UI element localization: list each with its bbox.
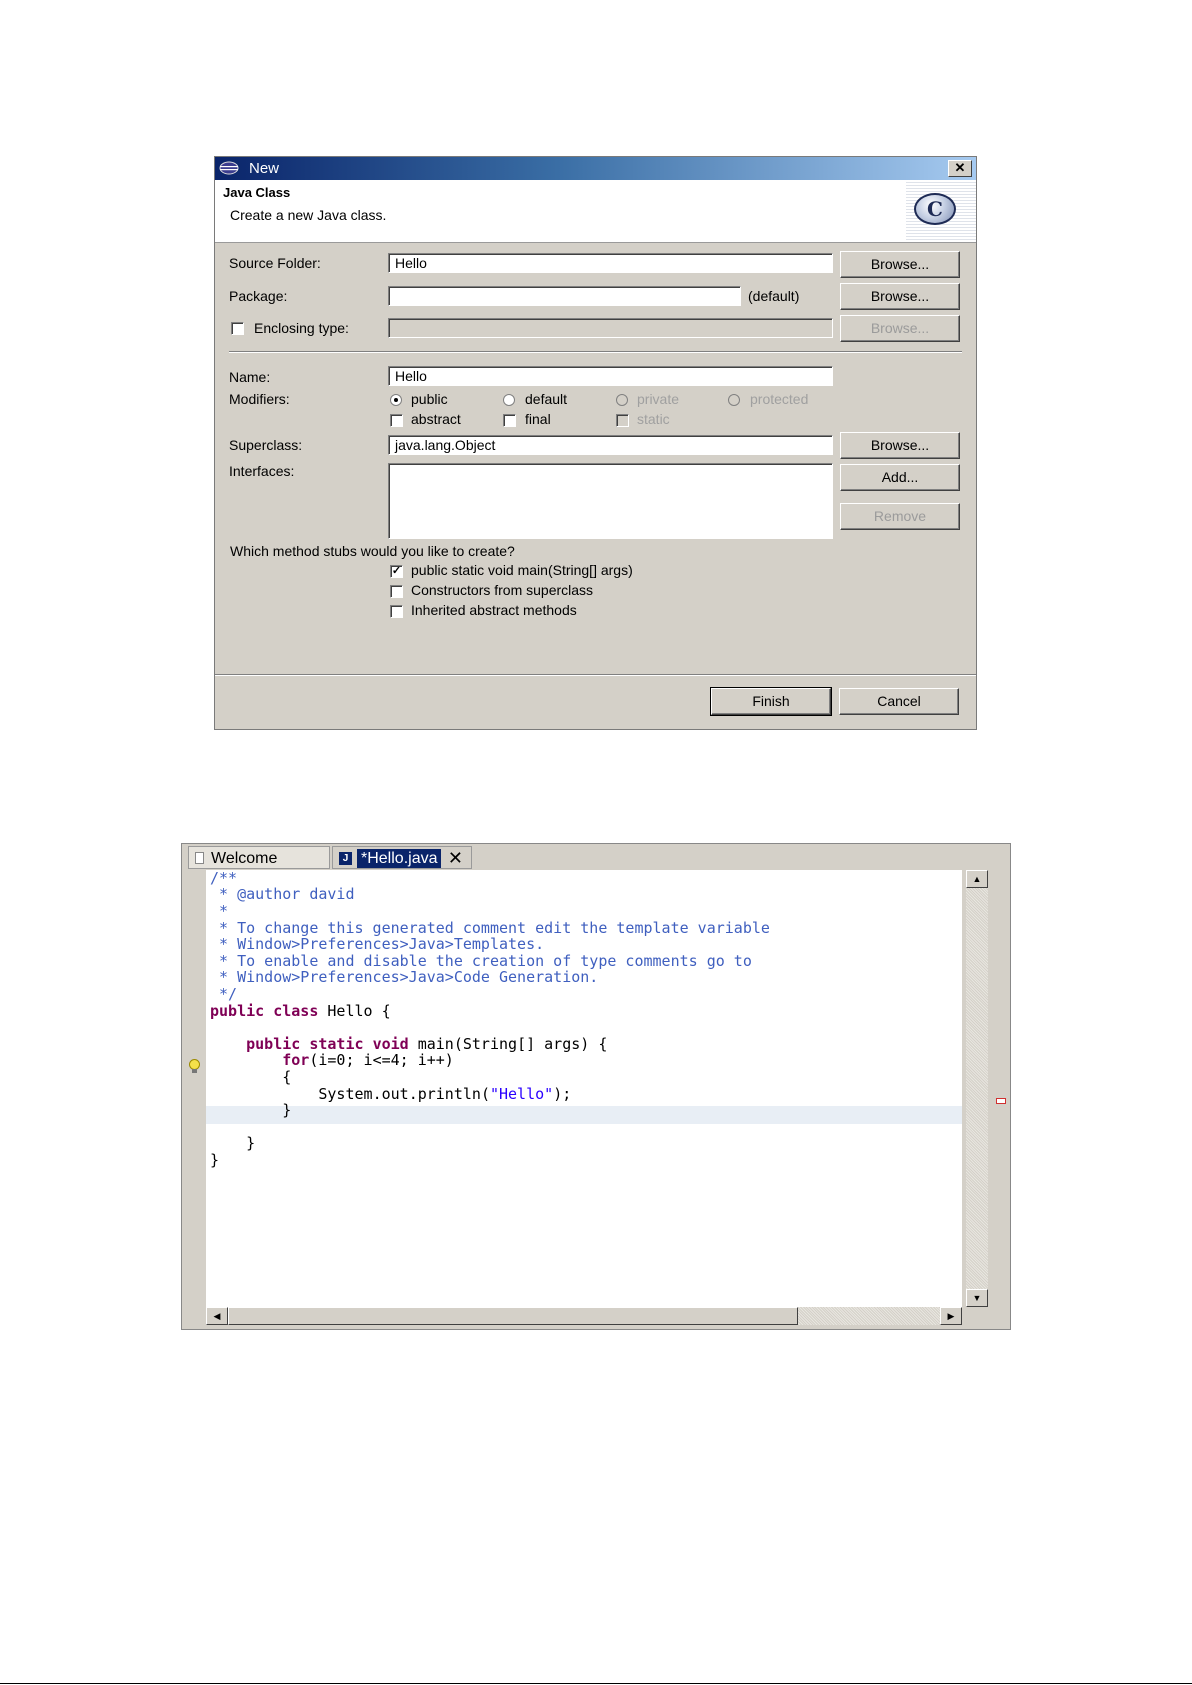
stub-main-checkbox[interactable]: ✓ [390, 565, 403, 578]
code-area[interactable]: /** * @author david * * To change this g… [206, 870, 962, 1307]
package-browse-button[interactable]: Browse... [840, 283, 960, 310]
stub-main-label: public static void main(String[] args) [411, 562, 633, 578]
code-line: * To change this generated comment edit … [210, 919, 770, 937]
java-class-logo-icon: C [914, 193, 956, 225]
scroll-left-icon[interactable]: ◀ [206, 1307, 228, 1325]
modifier-protected-radio[interactable] [728, 394, 740, 406]
source-folder-browse-button[interactable]: Browse... [840, 251, 960, 278]
modifier-static-checkbox[interactable] [616, 414, 629, 427]
code-line: * @author david [210, 885, 355, 903]
dialog-titlebar[interactable]: New ✕ [215, 157, 976, 180]
source-folder-label: Source Folder: [229, 255, 321, 271]
modifier-final-label: final [525, 411, 551, 427]
code-line: for(i=0; i<=4; i++) [282, 1051, 454, 1069]
enclosing-type-checkbox[interactable] [231, 322, 244, 335]
code-line: * [210, 902, 229, 920]
stub-inherited-label: Inherited abstract methods [411, 602, 577, 618]
modifier-default-radio[interactable] [503, 394, 515, 406]
java-file-icon: J [339, 852, 352, 865]
dialog-header: Java Class Create a new Java class. C [215, 180, 976, 243]
code-line: */ [210, 985, 238, 1003]
interfaces-remove-button[interactable]: Remove [840, 503, 960, 530]
name-label: Name: [229, 369, 271, 385]
package-default-label: (default) [748, 288, 800, 304]
tab-hello-java-label: *Hello.java [357, 849, 442, 868]
vertical-ruler [184, 870, 206, 1307]
interfaces-add-button[interactable]: Add... [840, 464, 960, 491]
enclosing-type-label: Enclosing type: [254, 320, 349, 336]
new-java-class-dialog: New ✕ Java Class Create a new Java class… [214, 156, 977, 730]
finish-button[interactable]: Finish [710, 687, 832, 716]
code-line: public class Hello { [210, 1002, 391, 1020]
modifier-protected-label: protected [750, 391, 809, 407]
page-divider [0, 1683, 1192, 1684]
scroll-up-icon[interactable]: ▲ [966, 870, 988, 888]
scroll-right-icon[interactable]: ▶ [940, 1307, 962, 1325]
code-line: } [210, 1151, 220, 1169]
source-folder-input[interactable]: Hello [388, 253, 833, 273]
code-line: * To enable and disable the creation of … [210, 952, 752, 970]
scroll-track[interactable] [966, 870, 988, 1307]
method-stubs-question: Which method stubs would you like to cre… [230, 543, 515, 559]
superclass-browse-button[interactable]: Browse... [840, 432, 960, 459]
code-line: /** [210, 869, 238, 887]
class-name-input[interactable]: Hello [388, 366, 833, 386]
code-line: * Window>Preferences>Java>Templates. [210, 935, 545, 953]
modifier-public-radio[interactable] [390, 394, 402, 406]
scroll-track[interactable] [798, 1307, 940, 1325]
scroll-thumb[interactable] [228, 1307, 798, 1325]
modifier-final-checkbox[interactable] [503, 414, 516, 427]
modifier-static-label: static [637, 411, 670, 427]
enclosing-type-input[interactable] [388, 318, 833, 338]
tab-welcome-label: Welcome [211, 850, 278, 867]
modifier-default-label: default [525, 391, 568, 407]
dialog-title: New [249, 160, 280, 177]
modifiers-label: Modifiers: [229, 391, 290, 407]
code-line: * Window>Preferences>Java>Code Generatio… [210, 968, 599, 986]
stub-constructors-label: Constructors from superclass [411, 582, 594, 598]
wizard-page-title: Java Class [223, 185, 291, 200]
code-line: { [210, 1068, 292, 1086]
tab-welcome[interactable]: Welcome [188, 846, 330, 869]
modifier-abstract-label: abstract [411, 411, 461, 427]
modifier-private-radio[interactable] [616, 394, 628, 406]
enclosing-type-browse-button[interactable]: Browse... [840, 315, 960, 342]
modifier-abstract-checkbox[interactable] [390, 414, 403, 427]
stub-constructors-checkbox[interactable] [390, 585, 403, 598]
eclipse-icon [219, 161, 239, 175]
interfaces-label: Interfaces: [229, 463, 295, 479]
current-line-highlight [206, 1106, 962, 1124]
cancel-button[interactable]: Cancel [839, 688, 959, 715]
modifier-private-label: private [637, 391, 680, 407]
scroll-down-icon[interactable]: ▼ [966, 1289, 988, 1307]
code-line: } [210, 1134, 256, 1152]
interfaces-list[interactable] [388, 463, 833, 539]
code-line: public static void main(String[] args) { [246, 1035, 608, 1053]
tab-hello-java[interactable]: J *Hello.java ✕ [332, 846, 472, 869]
page-icon [195, 852, 204, 864]
code-line: System.out.println("Hello"); [318, 1085, 572, 1103]
footer-separator [215, 674, 976, 676]
lightbulb-icon[interactable] [189, 1059, 200, 1074]
horizontal-scrollbar[interactable]: ◀ ▶ [206, 1307, 962, 1325]
java-editor: Welcome J *Hello.java ✕ /** * @author da… [181, 843, 1011, 1330]
code-line: } [210, 1101, 292, 1119]
error-marker-icon[interactable] [996, 1098, 1006, 1104]
package-label: Package: [229, 288, 288, 304]
superclass-input[interactable]: java.lang.Object [388, 435, 833, 455]
close-icon[interactable]: ✕ [448, 847, 463, 870]
stub-inherited-checkbox[interactable] [390, 605, 403, 618]
superclass-label: Superclass: [229, 437, 303, 453]
wizard-page-description: Create a new Java class. [230, 207, 387, 223]
close-icon[interactable]: ✕ [948, 160, 972, 177]
package-input[interactable] [388, 286, 741, 306]
vertical-scrollbar[interactable]: ▲ ▼ [962, 870, 1008, 1307]
modifier-public-label: public [411, 391, 448, 407]
separator [229, 351, 962, 353]
